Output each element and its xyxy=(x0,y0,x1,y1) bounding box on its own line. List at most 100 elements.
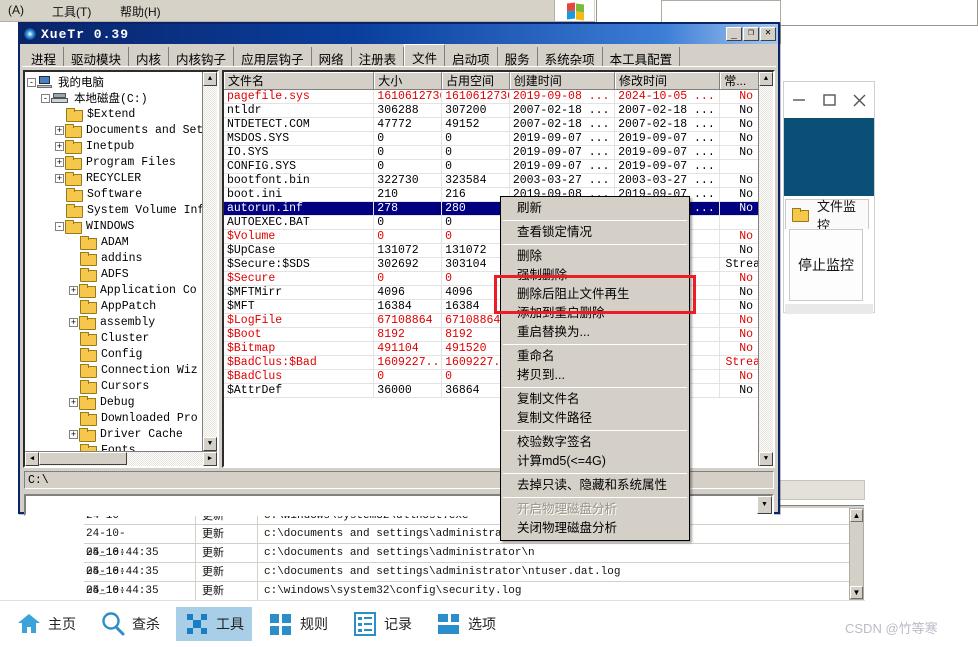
close-icon[interactable] xyxy=(844,85,874,115)
scroll-down-icon[interactable]: ▼ xyxy=(759,452,773,466)
maximize-icon[interactable] xyxy=(814,85,844,115)
nav-item-home[interactable]: 主页 xyxy=(8,607,84,641)
tree-item-addins[interactable]: addins xyxy=(27,250,217,266)
tree-item-adam[interactable]: ADAM xyxy=(27,234,217,250)
tab-startup[interactable]: 启动项 xyxy=(445,47,498,66)
tab-driver-modules[interactable]: 驱动模块 xyxy=(64,47,129,66)
column-header-2[interactable]: 占用空间 xyxy=(442,72,510,89)
table-row[interactable]: $Bitmap491104491520......No xyxy=(224,342,773,356)
tree-item-application-co[interactable]: +Application Co xyxy=(27,282,217,298)
table-row[interactable]: 24-10-05_16:44:35 更新 c:\documents and se… xyxy=(84,563,864,582)
tree-item-adfs[interactable]: ADFS xyxy=(27,266,217,282)
tab-network[interactable]: 网络 xyxy=(312,47,352,66)
tree-item-system-volume-inf[interactable]: System Volume Inf xyxy=(27,202,217,218)
table-row[interactable]: ntldr3062883072002007-02-18 ...2007-02-1… xyxy=(224,104,773,118)
list-scroll-track[interactable] xyxy=(759,86,773,452)
menu-item-5-1[interactable]: 计算md5(<=4G) xyxy=(501,452,689,471)
table-row[interactable]: autorun.inf2782802024-10-05 ...2024-10-0… xyxy=(224,202,773,216)
tab-file-monitor[interactable]: 文件监控 xyxy=(785,199,869,229)
tree-item-extend[interactable]: $Extend xyxy=(27,106,217,122)
tree-item-config[interactable]: Config xyxy=(27,346,217,362)
minimize-button[interactable]: _ xyxy=(726,27,742,41)
column-header-4[interactable]: 修改时间 xyxy=(615,72,720,89)
list-vertical-scrollbar[interactable]: ▲ ▼ xyxy=(758,72,773,466)
tree-item-cursors[interactable]: Cursors xyxy=(27,378,217,394)
tree-item-c[interactable]: -本地磁盘(C:) xyxy=(27,90,217,106)
nav-item-tools[interactable]: 工具 xyxy=(176,607,252,641)
tree-item-assembly[interactable]: +assembly xyxy=(27,314,217,330)
table-row[interactable]: 24-10-05_16:44:35 更新 c:\documents and se… xyxy=(84,544,864,563)
tree-item-debug[interactable]: +Debug xyxy=(27,394,217,410)
table-row[interactable]: $Volume00......No xyxy=(224,230,773,244)
menu-item-1-0[interactable]: 查看锁定情况 xyxy=(501,223,689,242)
scroll-left-icon[interactable]: ◀ xyxy=(25,452,39,466)
table-row[interactable]: bootfont.bin3227303235842003-03-27 ...20… xyxy=(224,174,773,188)
tab-system-misc[interactable]: 系统杂项 xyxy=(538,47,603,66)
tree-item-connection-wiz[interactable]: Connection Wiz xyxy=(27,362,217,378)
menu-item-4-1[interactable]: 复制文件路径 xyxy=(501,409,689,428)
tree-item-cluster[interactable]: Cluster xyxy=(27,330,217,346)
close-button[interactable]: ✕ xyxy=(760,27,776,41)
minimize-icon[interactable] xyxy=(784,85,814,115)
table-row[interactable]: boot.ini2102162019-09-08 ...2019-09-07 .… xyxy=(224,188,773,202)
tree-vertical-scrollbar[interactable]: ▲ ▼ xyxy=(202,72,217,451)
menu-item-0-0[interactable]: 刷新 xyxy=(501,199,689,218)
table-row[interactable]: 24-10-05_16:44:35 更新 c:\documents and se… xyxy=(84,525,864,544)
tree-item-recycler[interactable]: +RECYCLER xyxy=(27,170,217,186)
tree-item-driver-cache[interactable]: +Driver Cache xyxy=(27,426,217,442)
table-row[interactable]: $MFTMirr40964096......No xyxy=(224,286,773,300)
tree-item-inetpub[interactable]: +Inetpub xyxy=(27,138,217,154)
tree-item-documents-and-set[interactable]: +Documents and Set xyxy=(27,122,217,138)
tab-userland-hooks[interactable]: 应用层钩子 xyxy=(234,47,312,66)
tab-files[interactable]: 文件 xyxy=(404,44,445,66)
menu-item-2-4[interactable]: 重启替换为... xyxy=(501,323,689,342)
file-list-header[interactable]: 文件名大小占用空间创建时间修改时间常... xyxy=(224,72,773,90)
stop-monitor-button[interactable]: 停止监控 xyxy=(789,229,863,301)
table-row[interactable]: $Secure00......No xyxy=(224,272,773,286)
expand-icon[interactable]: + xyxy=(69,398,78,407)
tree-item-software[interactable]: Software xyxy=(27,186,217,202)
tree-hscroll-thumb[interactable] xyxy=(39,452,127,465)
collapse-icon[interactable]: - xyxy=(41,94,50,103)
nav-item-records[interactable]: 记录 xyxy=(344,607,420,641)
menu-item-3-0[interactable]: 重命名 xyxy=(501,347,689,366)
menu-item-6-0[interactable]: 去掉只读、隐藏和系统属性 xyxy=(501,476,689,495)
folder-tree-pane[interactable]: -我的电脑-本地磁盘(C:)$Extend+Documents and Set+… xyxy=(23,70,219,468)
file-context-menu[interactable]: 刷新查看锁定情况删除强制删除删除后阻止文件再生添加到重启删除重启替换为...重命… xyxy=(500,196,690,541)
tab-kernel[interactable]: 内核 xyxy=(129,47,169,66)
expand-icon[interactable]: + xyxy=(69,430,78,439)
tree-scroll-track[interactable] xyxy=(203,86,217,437)
menu-item-4-0[interactable]: 复制文件名 xyxy=(501,390,689,409)
scroll-up-icon[interactable]: ▲ xyxy=(850,509,863,522)
tab-registry[interactable]: 注册表 xyxy=(352,47,405,66)
tree-hscroll-track[interactable] xyxy=(39,452,203,466)
table-row[interactable]: $Boot81928192......No xyxy=(224,328,773,342)
expand-icon[interactable]: + xyxy=(55,174,64,183)
table-row[interactable]: $AttrDef3600036864......No xyxy=(224,384,773,398)
expand-icon[interactable]: + xyxy=(55,158,64,167)
scroll-up-icon[interactable]: ▲ xyxy=(759,72,773,86)
nav-item-rules[interactable]: 规则 xyxy=(260,607,336,641)
table-row[interactable]: $MFT1638416384......No xyxy=(224,300,773,314)
scroll-up-icon[interactable]: ▲ xyxy=(203,72,217,86)
expand-icon[interactable]: + xyxy=(55,126,64,135)
menubar-item-a[interactable]: (A) xyxy=(8,3,24,17)
tree-item-program-files[interactable]: +Program Files xyxy=(27,154,217,170)
tab-tool-config[interactable]: 本工具配置 xyxy=(603,47,681,66)
table-row[interactable]: $BadClus:$Bad1609227...1609227.........S… xyxy=(224,356,773,370)
table-row[interactable]: $UpCase131072131072......No xyxy=(224,244,773,258)
table-row[interactable]: $Secure:$SDS302692303104......Stream xyxy=(224,258,773,272)
tree-item-downloaded-pro[interactable]: Downloaded Pro xyxy=(27,410,217,426)
nav-item-options[interactable]: 选项 xyxy=(428,607,504,641)
maximize-button[interactable]: ❐ xyxy=(743,27,759,41)
xuetr-titlebar[interactable]: XueTr 0.39 _ ❐ ✕ xyxy=(20,24,778,44)
expand-icon[interactable]: + xyxy=(55,142,64,151)
scroll-down-icon[interactable]: ▼ xyxy=(850,586,863,599)
column-header-3[interactable]: 创建时间 xyxy=(510,72,615,89)
menu-item-2-0[interactable]: 删除 xyxy=(501,247,689,266)
expand-icon[interactable]: + xyxy=(69,318,78,327)
tree-item-apppatch[interactable]: AppPatch xyxy=(27,298,217,314)
table-row[interactable]: pagefile.sys161061273616106127362019-09-… xyxy=(224,90,773,104)
menubar-item-tools[interactable]: 工具(T) xyxy=(52,3,91,20)
menu-item-7-1[interactable]: 关闭物理磁盘分析 xyxy=(501,519,689,538)
